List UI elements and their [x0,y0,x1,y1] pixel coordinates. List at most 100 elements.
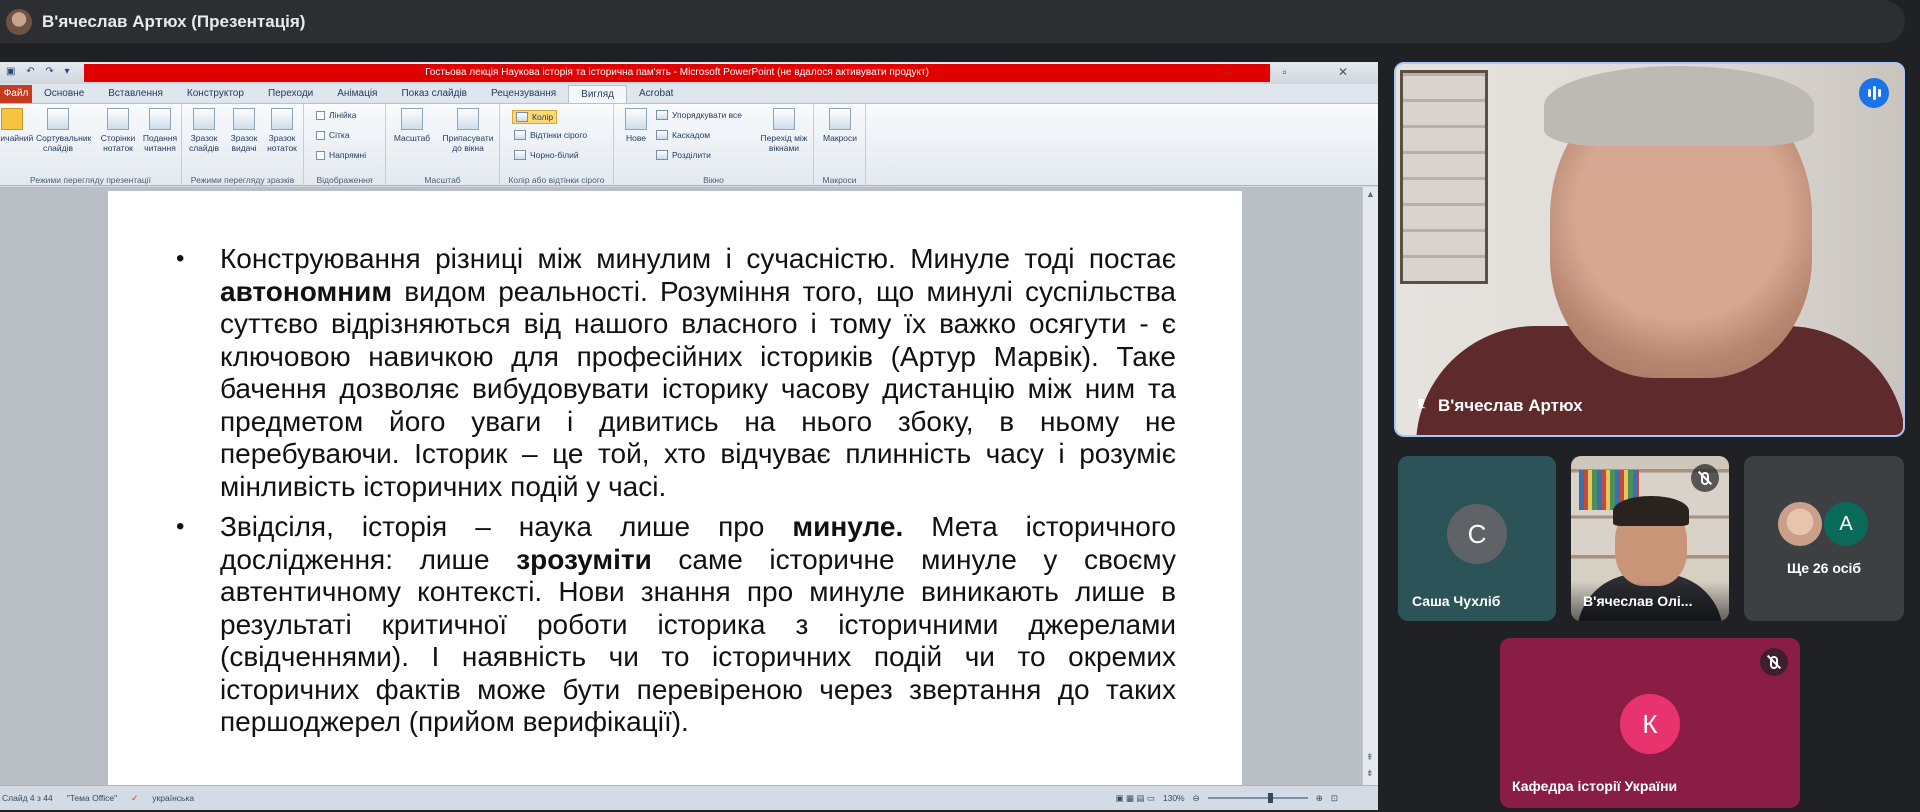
tab-acrobat[interactable]: Acrobat [627,85,685,103]
participant-avatar: К [1620,694,1680,754]
participant-avatar: С [1447,504,1507,564]
notes-master-icon [271,108,293,130]
group-label: Колір або відтінки сірого [508,175,605,185]
slide-master-icon [193,108,215,130]
cascade-button[interactable]: Каскадом [656,130,710,140]
powerpoint-window: ▣ ↶ ↷ ▾ Гостьова лекція Наукова історія … [0,62,1378,810]
group-color-grayscale: Колір Відтінки сірого Чорно-білий Колір … [500,104,614,186]
participant-tile-kafedra[interactable]: К Кафедра історії України [1500,638,1800,808]
tab-file[interactable]: Файл [0,85,32,103]
theme-name: "Тема Office" [66,793,118,803]
notes-master-button[interactable]: Зразок нотаток [260,108,304,153]
language-indicator[interactable]: українська [152,793,194,803]
tab-design[interactable]: Конструктор [175,85,256,103]
bullet-text: Конструювання різниці між минулим і суча… [220,243,1176,274]
tab-review[interactable]: Рецензування [479,85,568,103]
more-participants-tile[interactable]: А Ще 26 осіб [1744,456,1904,621]
tab-insert[interactable]: Вставлення [96,85,175,103]
slide-counter: Слайд 4 з 44 [2,793,53,803]
color-icon [516,112,528,122]
zoom-button[interactable]: Масштаб [390,108,434,143]
macros-icon [829,108,851,130]
bold-term: автономним [220,275,393,307]
next-slide-icon[interactable]: ⇟ [1366,768,1374,779]
guides-checkbox[interactable]: Напрямні [316,150,366,160]
participant-name: Кафедра історії України [1512,778,1678,794]
group-label: Вікно [703,175,724,185]
speaker-hair [1544,66,1814,146]
cascade-label: Каскадом [672,130,711,140]
participant-tile-viacheslav[interactable]: В'ячеслав Олі... [1571,456,1729,621]
scroll-up-icon[interactable]: ▲ [1366,189,1375,199]
color-button[interactable]: Колір [512,110,558,124]
participant-hair [1613,496,1689,526]
checkbox-box [316,110,325,120]
new-window-icon [625,108,647,130]
fit-window-label: Припасувати до вікна [442,133,494,153]
zoom-in-icon[interactable]: ⊕ [1316,793,1323,804]
switch-windows-label: Перехід між вікнами [760,133,808,153]
mic-muted-icon [1760,648,1788,676]
group-label: Макроси [822,175,857,185]
group-label: Масштаб [424,175,461,185]
black-white-button[interactable]: Чорно-білий [514,150,579,160]
ruler-checkbox[interactable]: Лінійка [316,110,356,120]
bullet-text: видом реальності. Розуміння того, що мин… [220,275,1176,502]
notes-page-button[interactable]: Сторінки нотаток [96,108,140,153]
fit-slide-icon[interactable]: ⊡ [1331,793,1338,804]
checkbox-box [316,150,325,160]
slide-canvas[interactable]: Конструювання різниці між минулим і суча… [108,191,1242,785]
tab-home[interactable]: Основне [32,85,96,103]
participant-avatar-photo [1778,502,1822,546]
slide-master-button[interactable]: Зразок слайдів [182,108,226,153]
prev-slide-icon[interactable]: ⇞ [1366,752,1374,763]
group-zoom: Масштаб Припасувати до вікна Масштаб [386,104,500,186]
normal-view-button[interactable]: Звичайний [0,108,34,143]
wall-picture [1400,70,1488,284]
ppt-window-title: Гостьова лекція Наукова історія та істор… [84,64,1270,82]
zoom-level[interactable]: 130% [1163,793,1185,803]
zoom-slider[interactable] [1207,793,1308,803]
notes-page-icon [107,108,129,130]
window-controls[interactable]: – ▫ ✕ [1224,65,1372,79]
tab-animations[interactable]: Анімація [325,85,389,103]
bullet-1: Конструювання різниці між минулим і суча… [176,243,1176,503]
participant-tile-sasha[interactable]: С Саша Чухліб [1398,456,1556,621]
grayscale-button[interactable]: Відтінки сірого [514,130,587,140]
grayscale-label: Відтінки сірого [530,130,588,140]
tab-view[interactable]: Вигляд [568,85,627,103]
bullet-text: Звідсіля, історія – наука лише про [220,511,793,542]
presentation-header: В'ячеслав Артюх (Презентація) [0,0,1905,43]
participant-name: Саша Чухліб [1412,593,1501,609]
slide-master-label: Зразок слайдів [188,133,220,153]
notes-master-label: Зразок нотаток [267,133,297,153]
bold-term: зрозуміти [516,543,652,575]
pin-icon[interactable] [1416,399,1426,413]
tab-transitions[interactable]: Переходи [256,85,325,103]
vertical-scrollbar[interactable]: ▲ ⇞ ⇟ [1362,187,1378,785]
zoom-label: Масштаб [393,133,431,143]
arrange-all-button[interactable]: Упорядкувати все [656,110,742,120]
new-window-button[interactable]: Нове [614,108,658,143]
ppt-titlebar: ▣ ↶ ↷ ▾ Гостьова лекція Наукова історія … [0,62,1378,84]
notes-page-label: Сторінки нотаток [100,133,136,153]
split-button[interactable]: Розділити [656,150,711,160]
grid-checkbox[interactable]: Сітка [316,130,350,140]
zoom-out-icon[interactable]: ⊖ [1193,793,1200,804]
presenter-avatar [6,8,32,35]
group-master-views: Зразок слайдів Зразок видачі Зразок нота… [182,104,304,186]
normal-view-label: Звичайний [0,133,34,143]
tab-slideshow[interactable]: Показ слайдів [389,85,479,103]
macros-button[interactable]: Макроси [818,108,862,143]
main-speaker-tile[interactable]: В'ячеслав Артюх [1394,62,1905,437]
slide-sorter-button[interactable]: Сортувальник слайдів [36,108,91,153]
quick-access-toolbar[interactable]: ▣ ↶ ↷ ▾ [6,66,74,77]
spellcheck-icon[interactable]: ✓ [131,793,138,804]
fit-window-button[interactable]: Припасувати до вікна [440,108,496,153]
switch-windows-button[interactable]: Перехід між вікнами [758,108,810,153]
mic-muted-icon [1691,464,1719,492]
zoom-slider-knob[interactable] [1267,793,1273,803]
reading-view-button[interactable]: Подання читання [138,108,182,153]
view-buttons[interactable]: ▣ ▦ ▤ ▭ [1116,793,1155,804]
slide-editing-area: Конструювання різниці між минулим і суча… [0,187,1362,785]
